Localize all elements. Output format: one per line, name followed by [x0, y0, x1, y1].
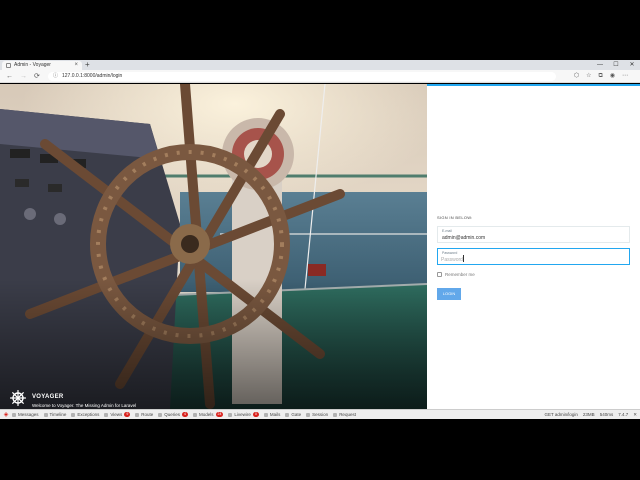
window-controls: — ☐ ✕ — [592, 60, 640, 70]
debugbar-close-icon[interactable]: ✕ — [633, 412, 637, 418]
forward-icon[interactable]: → — [20, 70, 27, 83]
models-count-badge: 24 — [215, 412, 224, 417]
queries-count-badge: 4 — [182, 412, 188, 417]
queries-icon — [158, 412, 163, 417]
more-menu-icon[interactable]: ⋯ — [622, 70, 628, 83]
livewire-count-badge: 0 — [252, 412, 259, 417]
tab-title: Admin - Voyager — [14, 62, 51, 68]
debug-tab-exceptions[interactable]: Exceptions — [71, 412, 99, 417]
debug-tab-models[interactable]: Models 24 — [193, 412, 224, 417]
debug-tab-label: Exceptions — [77, 412, 100, 417]
page-content: VOYAGER Welcome to Voyager. The Missing … — [0, 84, 640, 409]
helm-logo-icon — [10, 390, 26, 406]
views-count-badge: 9 — [124, 412, 131, 417]
password-field[interactable]: Password — [437, 248, 630, 265]
email-value[interactable]: admin@admin.com — [442, 235, 485, 241]
text-cursor-icon — [463, 255, 464, 262]
screen: { "browser": { "tab_title": "Admin - Voy… — [0, 0, 640, 480]
views-icon — [104, 412, 109, 417]
page-icon — [6, 63, 11, 68]
tab-close-icon[interactable]: × — [74, 61, 78, 70]
hero-image: VOYAGER Welcome to Voyager. The Missing … — [0, 84, 427, 409]
url-bar[interactable]: ⓘ 127.0.0.1:8000/admin/login — [48, 72, 556, 81]
debug-tab-queries[interactable]: Queries 4 — [158, 412, 188, 417]
gate-icon — [285, 412, 290, 417]
email-label: E-mail — [442, 229, 452, 233]
timeline-icon — [43, 412, 48, 417]
request-info[interactable]: GET admin/login — [544, 412, 577, 417]
debug-tab-label: Route — [141, 412, 154, 417]
debugbar-status: GET admin/login 23MB 540ms 7.4.7 ✕ — [544, 410, 637, 419]
brand-name: VOYAGER — [32, 394, 64, 400]
remember-me-checkbox[interactable] — [437, 272, 442, 277]
request-icon — [333, 412, 338, 417]
exceptions-icon — [71, 412, 76, 417]
debug-tab-label: Livewire — [234, 412, 251, 417]
debug-tab-livewire[interactable]: Livewire 0 — [228, 412, 259, 417]
route-icon — [135, 412, 140, 417]
reload-icon[interactable]: ⟳ — [34, 70, 40, 83]
debug-tab-label: Models — [199, 412, 214, 417]
mails-icon — [263, 412, 268, 417]
minimize-icon[interactable]: — — [592, 60, 608, 70]
site-info-icon[interactable]: ⓘ — [53, 72, 58, 81]
login-panel: SIGN IN BELOW: E-mail admin@admin.com Pa… — [427, 84, 640, 409]
remember-me-row[interactable]: Remember me — [437, 272, 475, 277]
livewire-icon — [228, 412, 233, 417]
brand-tagline: Welcome to Voyager. The Missing Admin fo… — [32, 403, 137, 408]
debug-tab-label: Views — [110, 412, 123, 417]
php-version: 7.4.7 — [618, 412, 629, 417]
address-toolbar: ← → ⟳ ⓘ 127.0.0.1:8000/admin/login ⬡ ☆ ⧉… — [0, 70, 640, 83]
letterbox-bottom — [0, 420, 640, 480]
request-duration: 540ms — [599, 412, 614, 417]
browser-tab-strip: Admin - Voyager × + — ☐ ✕ — [0, 60, 640, 70]
profile-icon[interactable]: ◉ — [610, 70, 615, 83]
session-icon — [306, 412, 311, 417]
debug-tab-mails[interactable]: Mails — [263, 412, 281, 417]
remember-me-label[interactable]: Remember me — [445, 272, 475, 277]
debug-tab-label: Gate — [291, 412, 302, 417]
debug-tab-gate[interactable]: Gate — [285, 412, 301, 417]
url-text: 127.0.0.1:8000/admin/login — [62, 73, 123, 79]
memory-usage: 23MB — [582, 412, 595, 417]
password-label: Password — [442, 251, 458, 255]
debugbar: ◈ Messages Timeline Exceptions Views 9 Ro… — [0, 409, 640, 419]
models-icon — [193, 412, 197, 417]
debug-tab-label: Queries — [164, 412, 181, 417]
debug-tab-views[interactable]: Views 9 — [104, 412, 131, 417]
debug-tab-label: Mails — [269, 412, 281, 417]
debug-tab-messages[interactable]: Messages — [12, 412, 39, 417]
sign-in-heading: SIGN IN BELOW: — [437, 215, 473, 220]
login-button[interactable]: LOGIN — [437, 288, 461, 300]
password-input[interactable] — [441, 256, 621, 263]
favorite-star-icon[interactable]: ☆ — [586, 70, 591, 83]
debug-tab-session[interactable]: Session — [306, 412, 328, 417]
debugbar-logo-icon[interactable]: ◈ — [0, 410, 12, 419]
ship-wheel-image — [0, 84, 427, 409]
collections-icon[interactable]: ⧉ — [598, 70, 602, 83]
debug-tab-route[interactable]: Route — [135, 412, 153, 417]
back-icon[interactable]: ← — [6, 70, 13, 83]
maximize-icon[interactable]: ☐ — [608, 60, 624, 70]
debug-tab-label: Request — [339, 412, 356, 417]
debug-tab-timeline[interactable]: Timeline — [43, 412, 67, 417]
browser-actions: ⬡ ☆ ⧉ ◉ ⋯ — [574, 70, 628, 83]
extension-icon[interactable]: ⬡ — [574, 70, 579, 83]
browser-tab[interactable]: Admin - Voyager × — [2, 61, 82, 70]
debug-tab-label: Timeline — [49, 412, 67, 417]
debug-tab-label: Messages — [18, 412, 39, 417]
debug-tab-label: Session — [312, 412, 329, 417]
messages-icon — [12, 412, 16, 417]
debug-tab-request[interactable]: Request — [333, 412, 356, 417]
window-close-icon[interactable]: ✕ — [624, 60, 640, 70]
email-field[interactable]: E-mail admin@admin.com — [437, 226, 630, 243]
new-tab-button[interactable]: + — [85, 60, 90, 70]
